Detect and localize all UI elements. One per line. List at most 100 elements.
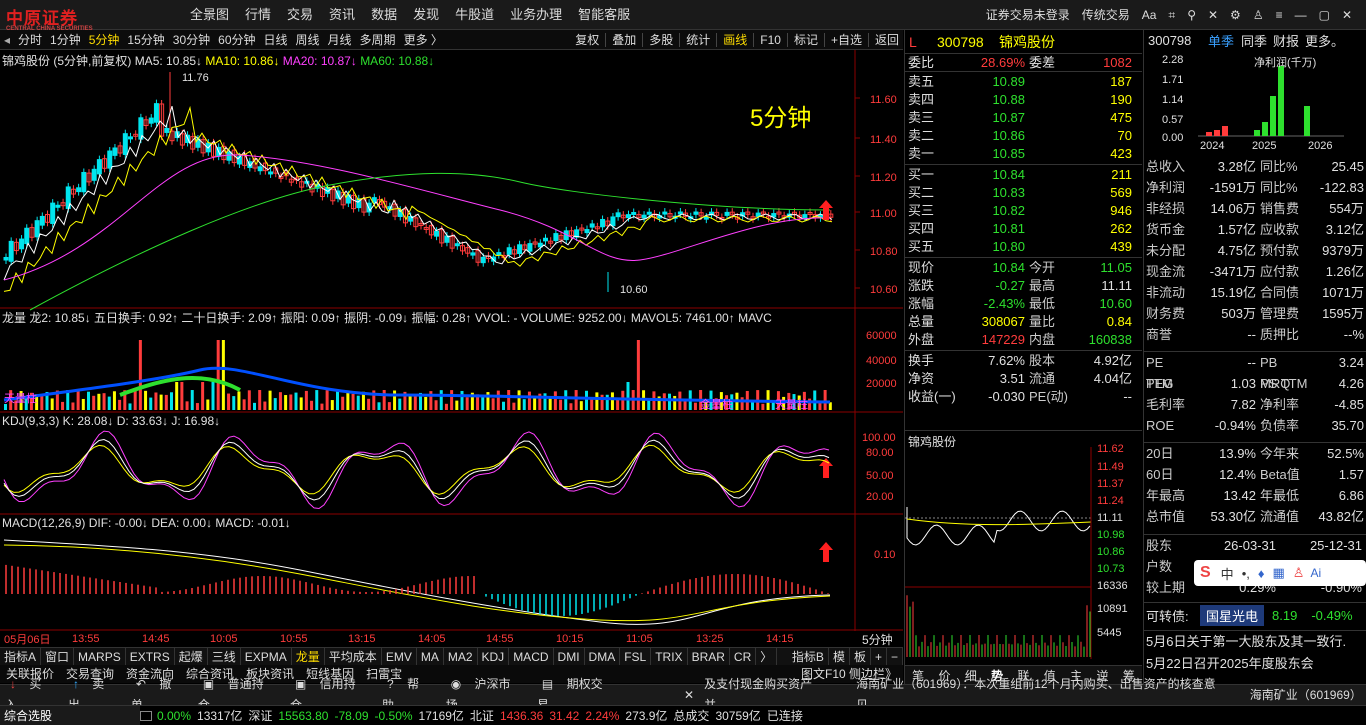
indicator-tab[interactable]: EXPMA [241, 647, 292, 666]
kline-svg[interactable] [0, 50, 903, 647]
fin-tab-more[interactable]: 更多。 [1302, 31, 1347, 50]
period-more[interactable]: 更多 〉 [400, 30, 447, 50]
maximize-icon[interactable]: ▢ [1313, 0, 1336, 30]
restore-icon[interactable] [140, 710, 152, 721]
kzz-name[interactable]: 国星光电 [1200, 605, 1265, 626]
nav-faxian[interactable]: 发现 [405, 0, 447, 30]
ime-punct-icon[interactable]: •, [1238, 566, 1254, 581]
stock-picker[interactable]: 综合选股 [0, 705, 140, 725]
broker-logo[interactable]: 中原证券 CENTRAL CHINA SECURITIES [6, 4, 93, 32]
buy-row[interactable]: 买五 10.80 439 [905, 238, 1142, 256]
period-30min[interactable]: 30分钟 [169, 30, 214, 50]
ticker-text-2[interactable]: 海南矿业（601969） [1230, 685, 1366, 706]
news-item[interactable]: 5月22日召开2025年度股东会 [1144, 653, 1366, 675]
indicator-tab[interactable]: 窗口 [41, 647, 75, 666]
tool-fanhui[interactable]: 返回 [871, 30, 903, 50]
zoom-in-icon[interactable]: + [871, 647, 887, 666]
fin-tab-danji[interactable]: 单季 [1204, 31, 1238, 50]
ime-skin-icon[interactable]: ♙ [1289, 565, 1309, 581]
sell-row[interactable]: 卖五 10.89 187 [905, 73, 1142, 91]
indicator-tab[interactable]: DMI [554, 647, 585, 666]
tool-huaxian[interactable]: 画线 [719, 30, 751, 50]
indicator-tab[interactable]: MARPS [74, 647, 126, 666]
palette-icon[interactable]: ⌗ [1162, 0, 1181, 30]
tool-diejia[interactable]: 叠加 [608, 30, 640, 50]
nav-hangqing[interactable]: 行情 [237, 0, 279, 30]
indicator-tab-b[interactable]: 指标B [788, 647, 829, 666]
close-notice-icon[interactable]: ✕ [624, 685, 699, 706]
fin-tab-caibao[interactable]: 财报 [1270, 31, 1302, 50]
fin-tab-tongji[interactable]: 同季 [1238, 31, 1270, 50]
convertible-bond[interactable]: 可转债: 国星光电 8.19 -0.49% [1144, 602, 1366, 628]
period-month[interactable]: 月线 [324, 30, 356, 50]
indicator-tab[interactable]: KDJ [478, 647, 510, 666]
mini-intraday-chart[interactable]: 锦鸡股份 11.62 11.49 11.37 11.24 11.11 10.98… [904, 430, 1142, 665]
indicator-tab[interactable]: MA [417, 647, 444, 666]
minimize-icon[interactable]: — [1289, 0, 1313, 30]
period-day[interactable]: 日线 [260, 30, 292, 50]
login-status[interactable]: 证券交易未登录 [980, 0, 1076, 30]
sell-row[interactable]: 卖一 10.85 423 [905, 145, 1142, 163]
indicator-tab[interactable]: MA2 [444, 647, 478, 666]
traditional-trade[interactable]: 传统交易 [1076, 0, 1136, 30]
indicator-tab[interactable]: 平均成本 [325, 647, 382, 666]
sell-row[interactable]: 卖四 10.88 190 [905, 91, 1142, 109]
nav-kefu[interactable]: 智能客服 [570, 0, 638, 30]
ime-keyboard-icon[interactable]: ▦ [1269, 565, 1289, 581]
indicator-tab[interactable]: TRIX [651, 647, 688, 666]
settings-icon[interactable]: ⚙ [1224, 0, 1247, 30]
tool-biaoji[interactable]: 标记 [790, 30, 822, 50]
buy-row[interactable]: 买四 10.81 262 [905, 220, 1142, 238]
indicator-tab[interactable]: FSL [620, 647, 652, 666]
close-icon[interactable]: ✕ [1336, 0, 1358, 30]
period-60min[interactable]: 60分钟 [214, 30, 259, 50]
buy-row[interactable]: 买一 10.84 211 [905, 166, 1142, 184]
news-item[interactable]: 5月6日关于第一大股东及其一致行. [1144, 631, 1366, 653]
skin-icon[interactable]: ♙ [1247, 0, 1270, 30]
indicator-tab[interactable]: BRAR [688, 647, 730, 666]
indicator-tab[interactable]: CR [730, 647, 757, 666]
nav-jiaoyi[interactable]: 交易 [279, 0, 321, 30]
indicator-tab[interactable]: 起爆 [175, 647, 208, 666]
indicator-tab[interactable]: 三线 [208, 647, 241, 666]
ime-logo-icon[interactable]: S [1194, 564, 1217, 582]
indicator-tab[interactable]: MACD [509, 647, 554, 666]
ime-mic-icon[interactable]: ♦ [1254, 566, 1269, 581]
tool-fuquan[interactable]: 复权 [571, 30, 603, 50]
nav-niugudao[interactable]: 牛股道 [447, 0, 502, 30]
nav-yewu[interactable]: 业务办理 [502, 0, 570, 30]
period-1min[interactable]: 1分钟 [46, 30, 85, 50]
ime-toolbar[interactable]: S 中 •, ♦ ▦ ♙ Ai [1194, 560, 1366, 586]
sell-row[interactable]: 卖三 10.87 475 [905, 109, 1142, 127]
indicator-tab-active[interactable]: 龙量 [292, 647, 325, 666]
kline-chart-area[interactable]: 锦鸡股份 (5分钟,前复权) MA5: 10.85↓ MA10: 10.86↓ … [0, 50, 903, 647]
font-size-button[interactable]: Aa [1136, 0, 1163, 30]
period-multi[interactable]: 多周期 [356, 30, 400, 50]
tool-zixuan[interactable]: +自选 [827, 30, 866, 50]
board-tab[interactable]: 板 [850, 647, 871, 666]
template-tab[interactable]: 模 [829, 647, 850, 666]
period-15min[interactable]: 15分钟 [123, 30, 168, 50]
search-icon[interactable]: ⚲ [1181, 0, 1202, 30]
indicator-tab[interactable]: EMV [382, 647, 417, 666]
tools-icon[interactable]: ✕ [1202, 0, 1224, 30]
collapse-icon[interactable]: ◂ [0, 30, 14, 50]
indicator-tab[interactable]: DMA [585, 647, 621, 666]
buy-row[interactable]: 买三 10.82 946 [905, 202, 1142, 220]
menu-icon[interactable]: ≡ [1270, 0, 1289, 30]
zoom-out-icon[interactable]: − [887, 647, 903, 666]
tool-duogu[interactable]: 多股 [645, 30, 677, 50]
tool-tongji[interactable]: 统计 [682, 30, 714, 50]
period-week[interactable]: 周线 [292, 30, 324, 50]
ime-lang-icon[interactable]: 中 [1217, 564, 1238, 583]
period-fenshi[interactable]: 分时 [14, 30, 46, 50]
sell-row[interactable]: 卖二 10.86 70 [905, 127, 1142, 145]
period-5min[interactable]: 5分钟 [85, 30, 124, 50]
indicator-more[interactable]: 〉 [756, 647, 778, 666]
tool-f10[interactable]: F10 [756, 30, 785, 50]
ime-ai-icon[interactable]: Ai [1308, 566, 1323, 580]
nav-shuju[interactable]: 数据 [363, 0, 405, 30]
nav-zixun[interactable]: 资讯 [321, 0, 363, 30]
indicator-tab[interactable]: 指标A [0, 647, 42, 666]
buy-row[interactable]: 买二 10.83 569 [905, 184, 1142, 202]
